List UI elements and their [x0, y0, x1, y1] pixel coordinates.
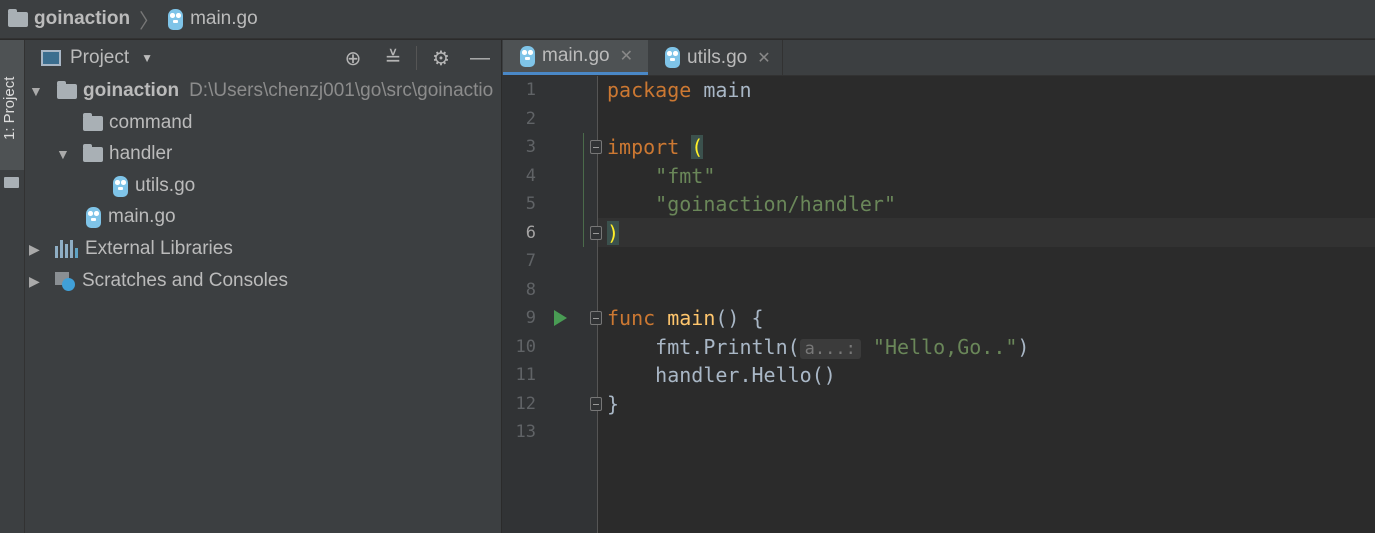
code-line-12: }: [607, 391, 620, 416]
code-line-3: import (: [607, 135, 704, 159]
line-number: 3: [525, 137, 536, 157]
breadcrumb-project[interactable]: goinaction: [34, 8, 130, 30]
go-file-icon: [168, 8, 184, 30]
tree-item-path: D:\Users\chenzj001\go\src\goinactio: [189, 80, 494, 101]
libraries-icon: [55, 240, 78, 258]
collapsed-arrow-icon[interactable]: ▶: [29, 273, 45, 290]
gear-icon[interactable]: ⚙: [429, 46, 453, 70]
tree-item-external-libraries[interactable]: ▶ External Libraries: [29, 234, 233, 264]
breadcrumb-file[interactable]: main.go: [190, 8, 258, 30]
line-number: 5: [525, 194, 536, 214]
line-number: 1: [525, 80, 536, 100]
tree-item-scratches[interactable]: ▶ Scratches and Consoles: [29, 266, 288, 296]
code-line-9: func main() {: [607, 306, 764, 330]
tab-main-go[interactable]: main.go ✕: [503, 40, 648, 75]
code-line-10: fmt.Println(a...: "Hello,Go.."): [655, 334, 1030, 359]
folder-icon: [83, 143, 103, 162]
code-line-6: ): [607, 220, 620, 245]
folder-icon: [8, 8, 28, 27]
tab-label: main.go: [542, 45, 610, 66]
folder-icon: [57, 80, 77, 99]
code-line-11: handler.Hello(): [655, 363, 836, 387]
minimize-icon[interactable]: —: [468, 46, 492, 70]
parameter-hint: a...:: [799, 338, 861, 359]
code-line-5: "goinaction/handler": [655, 192, 896, 216]
tree-item-label: External Libraries: [85, 238, 233, 259]
line-number: 9: [525, 308, 536, 328]
current-line-highlight: [597, 218, 1375, 247]
tree-item-label: Scratches and Consoles: [82, 270, 288, 291]
project-tool-tab[interactable]: 1: Project: [0, 40, 24, 170]
breadcrumb: goinaction 〉 main.go: [0, 0, 258, 39]
fold-icon[interactable]: [590, 311, 602, 325]
expanded-arrow-icon[interactable]: ▼: [56, 146, 72, 162]
tree-item-label: main.go: [108, 206, 176, 227]
tree-item-main-go[interactable]: main.go: [86, 202, 176, 232]
close-icon[interactable]: ✕: [620, 46, 633, 66]
collapsed-arrow-icon[interactable]: ▶: [29, 241, 45, 258]
go-file-icon: [520, 45, 535, 67]
code-line-4: "fmt": [655, 163, 716, 188]
tab-utils-go[interactable]: utils.go ✕: [648, 40, 783, 75]
locate-file-icon[interactable]: ⊕: [341, 46, 365, 70]
tree-item-label: goinaction: [83, 80, 180, 101]
tree-item-utils-go[interactable]: utils.go: [113, 171, 195, 201]
project-panel-header: Project ▼ ⊕ ≚ ⚙ —: [25, 40, 501, 76]
line-number: 4: [525, 165, 536, 186]
project-view-selector[interactable]: Project: [70, 47, 129, 69]
close-icon[interactable]: ✕: [757, 48, 770, 68]
header-divider: [416, 46, 417, 70]
left-tool-strip: 1: Project: [0, 40, 25, 533]
go-file-icon: [665, 47, 680, 68]
breadcrumb-separator: 〉: [139, 10, 160, 33]
tab-label: utils.go: [687, 46, 748, 68]
project-panel: Project ▼ ⊕ ≚ ⚙ — ▼ goinaction D:\Users\…: [25, 40, 502, 533]
indent-guide: [583, 133, 584, 247]
code-line-1: package main: [607, 78, 752, 102]
tree-item-label: handler: [109, 143, 173, 164]
fold-icon[interactable]: [590, 397, 602, 411]
collapse-all-icon[interactable]: ≚: [381, 46, 405, 70]
tree-item-label: utils.go: [135, 175, 196, 196]
expanded-arrow-icon[interactable]: ▼: [29, 83, 45, 99]
run-icon[interactable]: [554, 310, 567, 326]
editor-tab-bar: main.go ✕ utils.go ✕: [502, 40, 1375, 76]
scratches-icon: [55, 272, 75, 291]
line-number: 11: [515, 365, 536, 385]
tree-item-label: command: [109, 112, 193, 133]
tree-item-command[interactable]: command: [83, 108, 192, 138]
tree-item-handler[interactable]: ▼ handler: [56, 139, 172, 169]
line-number: 6: [525, 222, 536, 243]
folder-icon: [83, 112, 103, 131]
line-number: 8: [525, 279, 536, 300]
navigation-bar: goinaction 〉 main.go: [0, 0, 1375, 39]
go-file-icon: [86, 206, 101, 228]
fold-icon[interactable]: [590, 226, 602, 240]
line-number: 2: [525, 108, 536, 129]
go-file-icon: [113, 175, 128, 197]
project-tool-tab-label: 1: Project: [1, 76, 18, 140]
line-number: 10: [515, 336, 536, 357]
chevron-down-icon[interactable]: ▼: [141, 51, 153, 65]
tree-item-goinaction[interactable]: ▼ goinaction D:\Users\chenzj001\go\src\g…: [29, 76, 493, 106]
line-number: 13: [515, 422, 536, 442]
fold-icon[interactable]: [590, 140, 602, 154]
line-number: 7: [525, 251, 536, 271]
folder-icon: [4, 177, 19, 188]
project-view-icon: [41, 50, 61, 66]
code-editor[interactable]: 1 2 3 4 5 6 7 8 9 10 11 12 13 package main import ( …: [502, 76, 1375, 533]
line-number: 12: [515, 393, 536, 414]
